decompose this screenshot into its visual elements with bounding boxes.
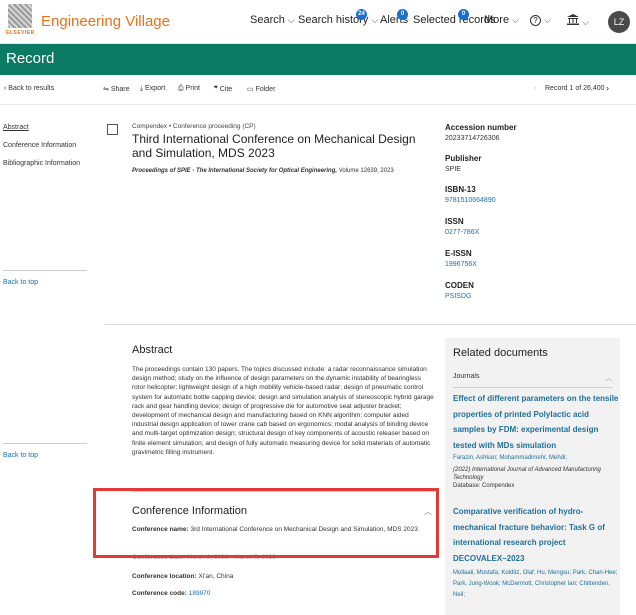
back-to-top-link[interactable]: Back to top: [3, 279, 38, 286]
record-toolbar: ‹ Back to results ⇋ Share ⤓ Export ⎙ Pri…: [0, 75, 636, 105]
journals-section-label: Journals: [453, 373, 480, 380]
bank-icon: [567, 14, 579, 25]
conference-location-label: Conference location:: [132, 573, 197, 580]
top-nav: ELSEVIER Engineering Village Search ⌵ Se…: [0, 0, 636, 44]
issn-label: ISSN: [445, 217, 464, 226]
more-menu[interactable]: More ⌵: [484, 14, 519, 26]
share-button[interactable]: ⇋ Share: [103, 85, 130, 93]
chevron-down-icon: ⌵: [371, 15, 379, 25]
isbn-label: ISBN-13: [445, 185, 476, 194]
record-meta: Compendex • Conference proceeding (CP): [132, 123, 256, 130]
brand-name[interactable]: Engineering Village: [41, 13, 170, 30]
accession-label: Accession number: [445, 123, 517, 132]
search-menu-label: Search: [250, 14, 285, 26]
chevron-down-icon: ⌵: [544, 15, 551, 25]
related-doc-source: (2022) International Journal of Advanced…: [453, 467, 601, 481]
help-icon: ?: [530, 15, 541, 26]
print-button[interactable]: ⎙ Print: [178, 85, 200, 93]
back-to-top-link[interactable]: Back to top: [3, 452, 38, 459]
sidebar-divider: [3, 270, 87, 271]
highlight-box: [93, 488, 439, 558]
selected-records-badge: 0: [458, 9, 469, 20]
record-position: Record 1 of 26,400: [545, 85, 605, 92]
alerts-badge: 0: [397, 9, 408, 20]
sidebar-item-conference-information[interactable]: Conference Information: [3, 142, 76, 149]
conference-code-link[interactable]: 189970: [189, 590, 211, 597]
export-button[interactable]: ⤓ Export: [140, 85, 165, 93]
tree-icon: [8, 4, 32, 28]
help-menu[interactable]: ? ⌵: [530, 14, 551, 26]
eissn-label: E-ISSN: [445, 249, 472, 258]
abstract-heading: Abstract: [132, 344, 173, 356]
institution-menu[interactable]: ⌵: [567, 14, 589, 28]
source-journal[interactable]: Proceedings of SPIE - The International …: [132, 168, 337, 174]
folder-button[interactable]: ▭ Folder: [247, 85, 275, 93]
logo-text: ELSEVIER: [6, 30, 35, 36]
cite-button[interactable]: ❞ Cite: [214, 85, 232, 93]
sidebar-item-bibliographic-information[interactable]: Bibliographic Information: [3, 160, 80, 167]
isbn-link[interactable]: 9781510664890: [445, 197, 496, 204]
issn-link[interactable]: 0277-786X: [445, 229, 479, 236]
related-doc-authors[interactable]: Mollaali, Mostafa; Kolditz, Olaf; Hu, Me…: [453, 568, 621, 601]
sidebar-divider: [3, 443, 87, 444]
coden-link[interactable]: PSISDG: [445, 293, 471, 300]
more-menu-label: More: [484, 14, 510, 26]
chevron-down-icon: ⌵: [287, 15, 295, 25]
eissn-link[interactable]: 1996756X: [445, 261, 477, 268]
record-source: Proceedings of SPIE - The International …: [132, 168, 394, 174]
print-label: Print: [185, 85, 200, 92]
publisher-value: SPIE: [445, 166, 461, 173]
back-to-results-link[interactable]: ‹ Back to results: [4, 85, 54, 92]
chevron-down-icon: ⌵: [512, 15, 519, 25]
accession-value: 20233714726306: [445, 135, 500, 142]
conference-code-label: Conference code:: [132, 590, 187, 597]
folder-icon: ▭: [247, 86, 256, 93]
search-history-badge: 24: [356, 9, 367, 20]
elsevier-logo[interactable]: ELSEVIER: [6, 4, 34, 38]
conference-location-row: Conference location: Xi'an, China: [132, 573, 233, 580]
related-doc-database: Database: Compendex: [453, 483, 515, 489]
section-divider: [105, 324, 636, 325]
share-icon: ⇋: [103, 86, 111, 93]
related-doc-title[interactable]: Effect of different parameters on the te…: [453, 391, 621, 453]
related-divider: [453, 387, 613, 388]
prev-record-button[interactable]: ‹: [534, 85, 536, 92]
conference-code-row: Conference code: 189970: [132, 590, 210, 597]
share-label: Share: [110, 86, 130, 93]
select-record-checkbox[interactable]: [107, 124, 118, 135]
search-menu[interactable]: Search ⌵: [250, 14, 295, 26]
back-to-results-label: Back to results: [8, 85, 55, 92]
chevron-right-icon: ›: [606, 83, 609, 93]
related-documents-panel: Related documents Journals ︿ Effect of d…: [445, 338, 620, 615]
cite-label: Cite: [219, 86, 233, 93]
page-title-bar: Record: [0, 44, 636, 75]
next-record-button[interactable]: ›: [606, 83, 609, 93]
record-title: Third International Conference on Mechan…: [132, 132, 416, 160]
export-label: Export: [145, 85, 166, 92]
sidebar-item-abstract[interactable]: Abstract: [3, 124, 29, 131]
related-doc-authors[interactable]: Farazin, Ashkan; Mohammadimehr, Mehdi;: [453, 453, 621, 464]
folder-label: Folder: [255, 86, 276, 93]
chevron-down-icon: ⌵: [582, 17, 589, 27]
related-documents-heading: Related documents: [453, 347, 548, 359]
publisher-label: Publisher: [445, 154, 482, 163]
printer-icon: ⎙: [178, 85, 186, 92]
abstract-text: The proceedings contain 130 papers. The …: [132, 366, 434, 456]
page-title: Record: [6, 50, 55, 67]
conference-location-value: Xi'an, China: [198, 573, 234, 580]
related-doc-title[interactable]: Comparative verification of hydro-mechan…: [453, 504, 621, 566]
collapse-icon[interactable]: ︿: [605, 373, 612, 383]
coden-label: CODEN: [445, 281, 474, 290]
avatar[interactable]: LZ: [608, 11, 630, 33]
chevron-left-icon: ‹: [534, 85, 537, 92]
source-volume: Volume 12639, 2023: [337, 168, 394, 174]
